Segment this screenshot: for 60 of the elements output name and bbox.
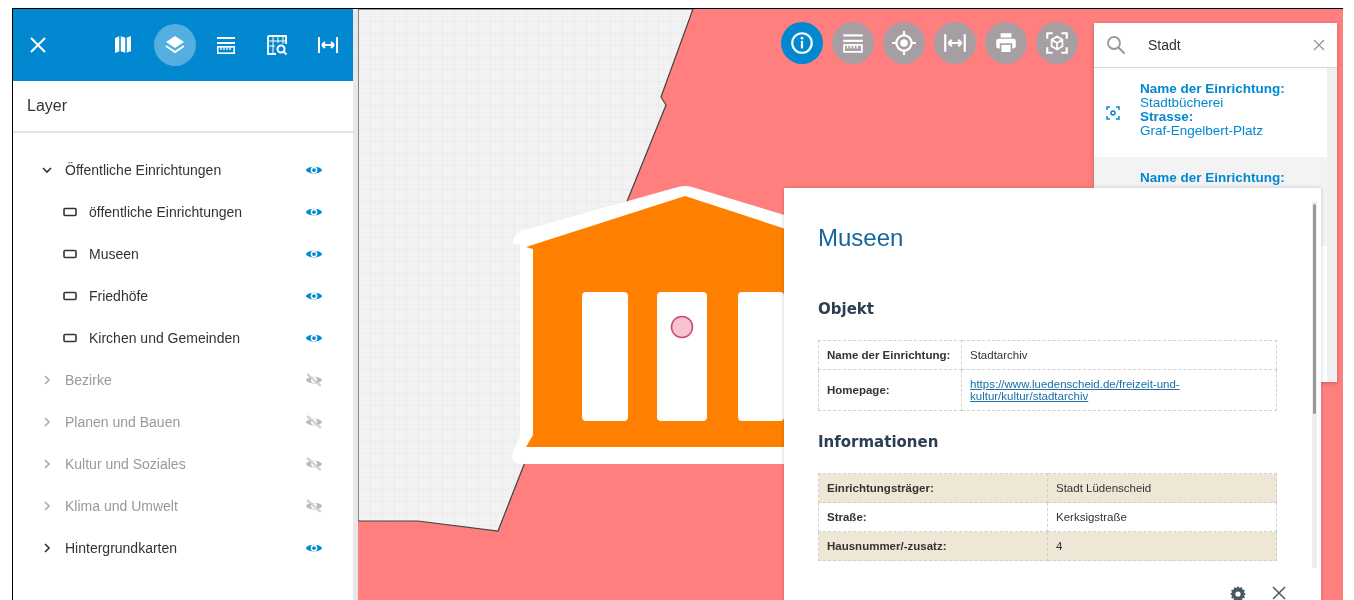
layer-label[interactable]: Öffentliche Einrichtungen [65,162,305,178]
result-label: Name der Einrichtung: [1140,82,1285,96]
eye-icon[interactable] [305,332,323,344]
layer-label[interactable]: Hintergrundkarten [65,540,305,556]
search-result[interactable]: Name der Einrichtung: Stadtbücherei Strasse: Graf-Engelbert-Platz [1094,68,1327,157]
info-icon[interactable] [789,30,815,56]
rectangle-icon [63,333,77,343]
section-heading: Informationen [818,433,940,451]
search-field[interactable]: Stadt [1094,23,1337,68]
layer-label[interactable]: Kirchen und Gemeinden [89,330,305,346]
crosshair-icon[interactable] [891,30,917,56]
attribute-value: 4 [1047,531,1277,561]
ruler-button[interactable] [832,22,874,64]
attribute-label: Straße: [818,502,1048,532]
attribute-value: Kerksigstraße [1047,502,1277,532]
eye-icon[interactable] [305,542,323,554]
search-icon [1106,35,1126,55]
layers-button[interactable] [154,24,196,66]
panel-title: Layer [13,81,353,133]
close-icon[interactable] [1272,586,1286,600]
settings-icon[interactable] [1230,586,1246,600]
result-label: Name der Einrichtung: [1140,171,1285,185]
result-label: Strasse: [1140,110,1195,124]
attribute-value: Stadtarchiv [961,340,1277,370]
scrollbar[interactable] [1312,202,1317,568]
eye-icon[interactable] [305,206,323,218]
cube-icon[interactable] [1044,30,1070,56]
layer-label[interactable]: Friedhöfe [89,288,305,304]
info-button[interactable] [781,22,823,64]
section-heading: Objekt [818,300,875,318]
rectangle-icon [63,207,77,217]
attribute-value: Stadt Lüdenscheid [1047,473,1277,503]
chevron-right-icon[interactable] [41,542,53,554]
hidden-eye-icon[interactable] [305,373,323,387]
clear-icon[interactable] [1313,39,1325,51]
chevron-down-icon[interactable] [41,164,53,176]
eye-icon[interactable] [305,164,323,176]
hidden-eye-icon[interactable] [305,499,323,513]
eye-icon[interactable] [305,290,323,302]
location-dot-icon [670,315,694,339]
result-value: Graf-Engelbert-Platz [1140,124,1265,138]
width-measure-button[interactable] [934,22,976,64]
hidden-eye-icon[interactable] [305,415,323,429]
crosshair-button[interactable] [883,22,925,64]
grid-search-icon[interactable] [265,33,289,57]
eye-icon[interactable] [305,248,323,260]
attribute-label: Homepage: [818,369,962,411]
popup-title: Museen [818,224,905,252]
attribute-label: Hausnummer/-zusatz: [818,531,1048,561]
rectangle-icon [63,291,77,301]
rectangle-icon [63,249,77,259]
hidden-eye-icon[interactable] [305,457,323,471]
layer-label[interactable]: öffentliche Einrichtungen [89,204,305,220]
attribute-label: Einrichtungsträger: [818,473,1048,503]
attribute-label: Name der Einrichtung: [818,340,962,370]
layer-label[interactable]: Museen [89,246,305,262]
printer-button[interactable] [985,22,1027,64]
cube-button[interactable] [1036,22,1078,64]
result-value: Stadtbücherei [1140,96,1224,110]
zoom-to-icon[interactable] [1106,105,1120,120]
